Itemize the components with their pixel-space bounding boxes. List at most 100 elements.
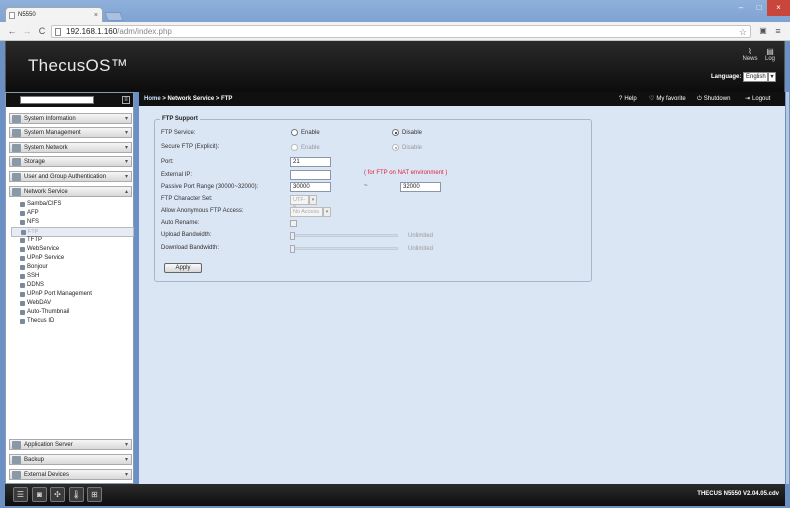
sidebar-item-samba[interactable]: Samba/CIFS: [18, 200, 134, 209]
sidebar-item-label: UPnP Service: [27, 255, 65, 261]
secure-ftp-disable-radio[interactable]: Disable: [392, 144, 422, 153]
search-icon[interactable]: ≡: [122, 96, 130, 104]
backup-icon: [12, 456, 21, 464]
sidebar-category-backup[interactable]: Backup ▾: [9, 454, 132, 465]
sidebar-category-system-management[interactable]: System Management ▾: [9, 127, 132, 138]
news-link[interactable]: ⌇ News: [740, 47, 760, 62]
new-tab-button[interactable]: [104, 12, 124, 21]
page-scrollbar[interactable]: [786, 92, 789, 484]
sidebar-category-application-server[interactable]: Application Server ▾: [9, 439, 132, 450]
port-input[interactable]: 21: [290, 157, 331, 167]
upload-bandwidth-slider[interactable]: [290, 234, 398, 237]
download-slider-handle[interactable]: [290, 245, 295, 253]
radio-on: [392, 144, 399, 151]
menu-icon[interactable]: ☰: [13, 487, 28, 502]
close-window-button[interactable]: ×: [767, 0, 790, 16]
webservice-icon: [20, 247, 25, 252]
minimize-button[interactable]: –: [731, 0, 751, 16]
sidebar-search-input[interactable]: [20, 96, 94, 104]
help-label: Help: [624, 96, 637, 102]
download-bandwidth-slider[interactable]: [290, 247, 398, 250]
forward-button[interactable]: →: [21, 25, 33, 37]
bookmark-star-icon[interactable]: ☆: [739, 26, 747, 38]
auto-rename-checkbox[interactable]: [290, 220, 297, 227]
app-header: ThecusOS™ ⌇ News ▤ Log Language: English…: [5, 41, 785, 92]
sidebar-item-ssh[interactable]: SSH: [18, 272, 134, 281]
chevron-down-icon: ▾: [124, 116, 128, 122]
chevron-down-icon[interactable]: ▾: [768, 72, 776, 82]
sidebar-item-upnp-service[interactable]: UPnP Service: [18, 254, 134, 263]
sidebar-item-upnp-port[interactable]: UPnP Port Management: [18, 290, 134, 299]
afp-icon: [20, 211, 25, 216]
category-label: Application Server: [24, 442, 73, 448]
language-select[interactable]: English: [743, 72, 768, 82]
sidebar-category-network-service[interactable]: Network Service ▴: [9, 186, 132, 197]
sidebar-item-auto-thumbnail[interactable]: Auto-Thumbnail: [18, 308, 134, 317]
extension-icon[interactable]: ▣: [757, 25, 769, 37]
category-label: Network Service: [24, 189, 68, 195]
shutdown-link[interactable]: ⏻ Shutdown: [697, 92, 730, 106]
radio-label: Disable: [402, 130, 423, 137]
passive-port-from-input[interactable]: 30000: [290, 182, 331, 192]
nfs-icon: [20, 220, 25, 225]
thermometer-icon[interactable]: 🌡: [69, 487, 84, 502]
sidebar-category-system-information[interactable]: System Information ▾: [9, 113, 132, 124]
sidebar-item-label: Samba/CIFS: [27, 201, 62, 207]
sidebar-item-tftp[interactable]: TFTP: [18, 236, 134, 245]
address-toolbar: ← → C 192.168.1.160/adm/index.php ☆ ▣ ≡: [0, 22, 790, 41]
language-label: Language:: [710, 74, 742, 80]
chevron-down-icon[interactable]: ▾: [323, 207, 331, 217]
users-icon: [12, 173, 21, 181]
nat-note: ( for FTP on NAT environment ): [364, 170, 448, 176]
sidebar-item-nfs[interactable]: NFS: [18, 218, 134, 227]
upload-slider-handle[interactable]: [290, 232, 295, 240]
bottom-bar: ☰ ◙ ✣ 🌡 ⊞ THECUS N5550 V2.04.05.cdv: [5, 484, 785, 506]
sidebar-item-thecus-id[interactable]: Thecus ID: [18, 317, 134, 326]
browser-tab[interactable]: N5550 ×: [5, 7, 103, 23]
webdav-icon: [20, 301, 25, 306]
sidebar-category-external-devices[interactable]: External Devices ▾: [9, 469, 132, 480]
maximize-button[interactable]: □: [751, 0, 767, 16]
sidebar-item-webdav[interactable]: WebDAV: [18, 299, 134, 308]
tab-close-icon[interactable]: ×: [94, 8, 98, 23]
url-field[interactable]: 192.168.1.160/adm/index.php ☆: [51, 25, 751, 38]
fan-icon[interactable]: ✣: [50, 487, 65, 502]
sidebar-item-afp[interactable]: AFP: [18, 209, 134, 218]
upnp-icon: [20, 256, 25, 261]
anonymous-access-label: Allow Anonymous FTP Access:: [161, 208, 244, 214]
ftp-service-enable-radio[interactable]: Enable: [291, 129, 320, 138]
breadcrumb-home-link[interactable]: Home: [144, 96, 161, 102]
sidebar-item-bonjour[interactable]: Bonjour: [18, 263, 134, 272]
upload-bandwidth-value: Unlimited: [408, 233, 434, 239]
log-link[interactable]: ▤ Log: [760, 47, 780, 62]
anonymous-access-select[interactable]: No Access: [290, 207, 323, 217]
help-link[interactable]: ? Help: [619, 92, 637, 106]
ftp-service-disable-radio[interactable]: Disable: [392, 129, 422, 138]
sidebar-item-webservice[interactable]: WebService: [18, 245, 134, 254]
sidebar-item-ddns[interactable]: DDNS: [18, 281, 134, 290]
back-button[interactable]: ←: [6, 25, 18, 37]
charset-select[interactable]: UTF-8: [290, 195, 309, 211]
browser-menu-icon[interactable]: ≡: [772, 25, 784, 37]
logout-link[interactable]: ⇥ Logout: [745, 92, 770, 106]
passive-port-to-input[interactable]: 32000: [400, 182, 441, 192]
info-icon: [12, 115, 21, 123]
chevron-down-icon[interactable]: ▾: [309, 195, 317, 205]
favorite-link[interactable]: ♡ My favorite: [649, 92, 686, 106]
sidebar-category-user-group[interactable]: User and Group Authentication ▾: [9, 171, 132, 182]
external-ip-input[interactable]: [290, 170, 331, 180]
news-label: News: [742, 56, 758, 62]
secure-ftp-enable-radio[interactable]: Enable: [291, 144, 320, 153]
log-icon: ▤: [766, 47, 774, 56]
sidebar-category-system-network[interactable]: System Network ▾: [9, 142, 132, 153]
network-icon[interactable]: ⊞: [87, 487, 102, 502]
page-icon: [9, 12, 15, 19]
category-label: Storage: [24, 159, 46, 165]
heart-icon: ♡: [649, 96, 655, 102]
apply-button[interactable]: Apply: [164, 263, 202, 273]
sidebar-category-storage[interactable]: Storage ▾: [9, 156, 132, 167]
thecus-id-icon: [20, 319, 25, 324]
sidebar-item-label: WebDAV: [27, 300, 52, 306]
reload-button[interactable]: C: [36, 25, 48, 37]
camera-icon[interactable]: ◙: [32, 487, 47, 502]
